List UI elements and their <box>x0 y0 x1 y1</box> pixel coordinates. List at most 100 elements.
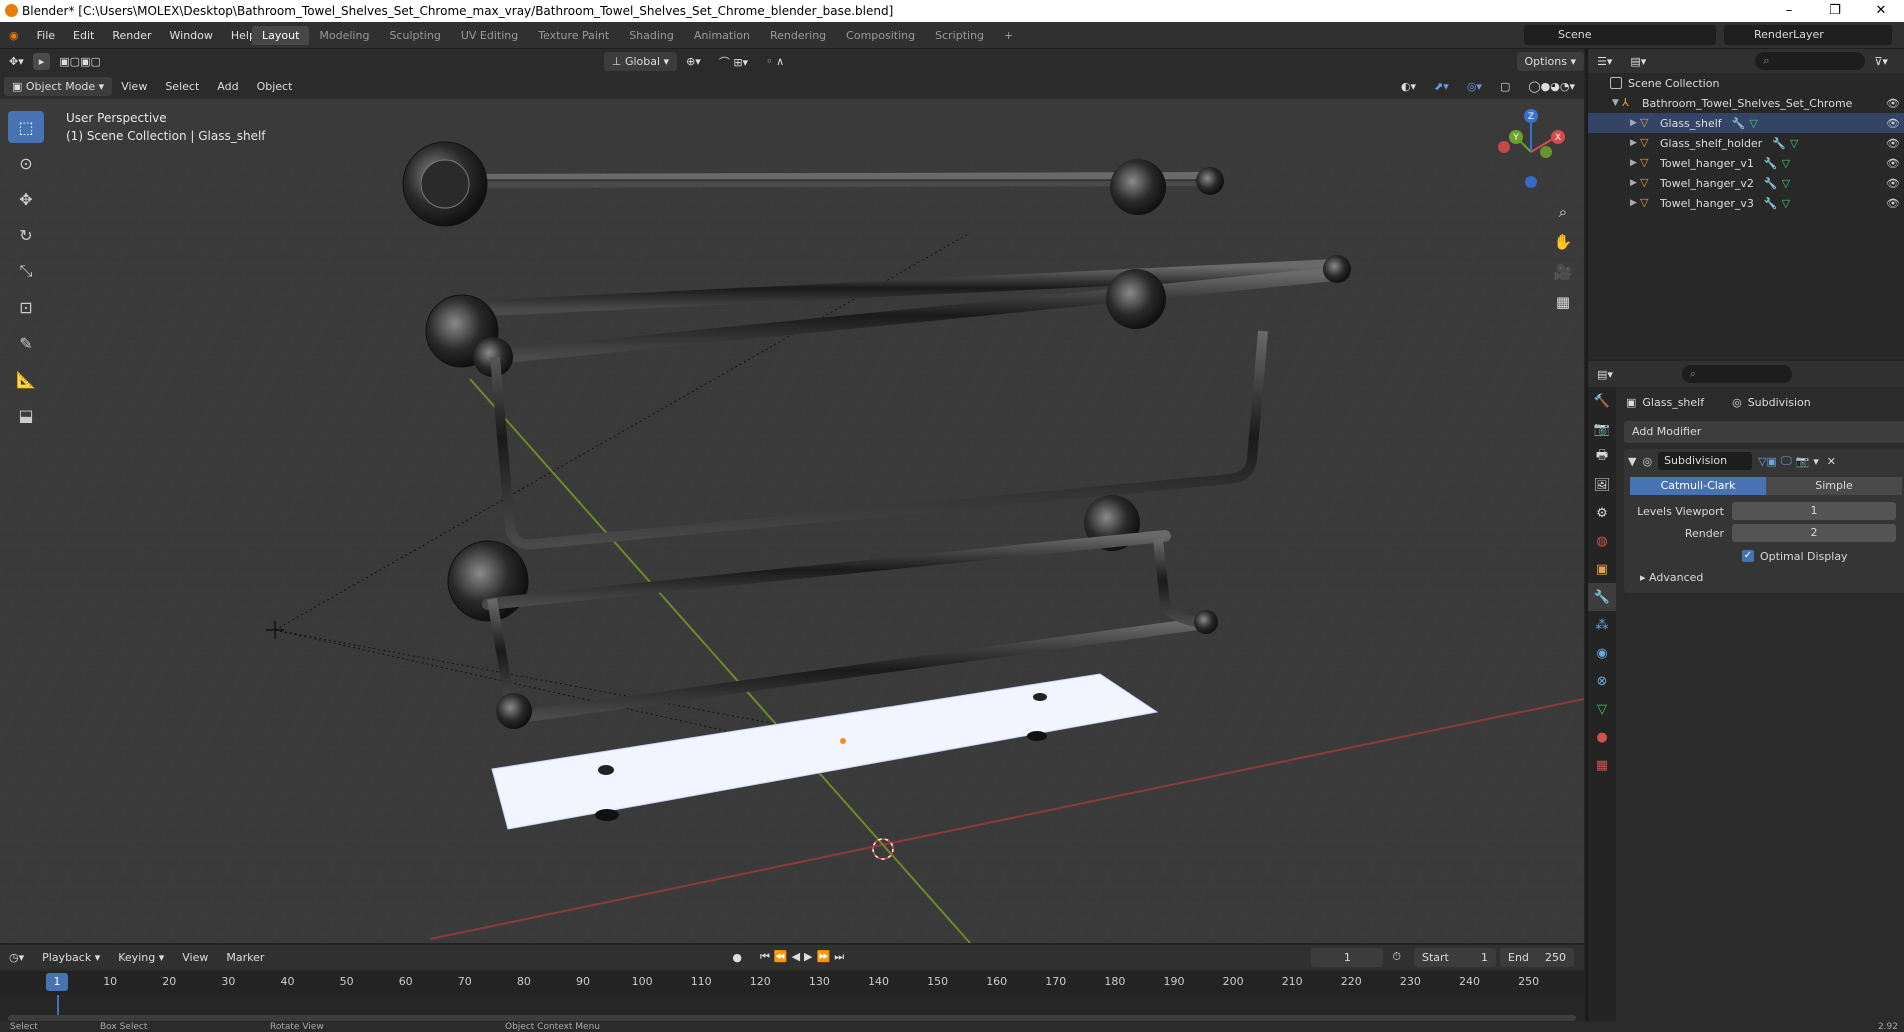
menu-view[interactable]: View <box>112 80 156 93</box>
ortho-grid-icon[interactable]: ▦ <box>1550 289 1576 315</box>
menu-window[interactable]: Window <box>161 29 222 42</box>
zoom-icon[interactable]: ⌕ <box>1550 199 1576 225</box>
menu-file[interactable]: File <box>28 29 64 42</box>
annotate-tool-icon[interactable]: ✎ <box>8 327 44 359</box>
render-tab-icon[interactable]: 📷 <box>1588 415 1616 443</box>
shading-modes-icons[interactable]: ◯●◕◔▾ <box>1519 80 1584 93</box>
restore-button[interactable]: ❐ <box>1812 0 1858 22</box>
close-button[interactable]: ✕ <box>1858 0 1904 22</box>
eye-icon[interactable]: 👁 <box>1886 177 1900 190</box>
world-tab-icon[interactable]: ◍ <box>1588 527 1616 555</box>
outliner-row-towel-hanger-v3[interactable]: ▶ ▽ Towel_hanger_v3 🔧 ▽ 👁 <box>1588 193 1904 213</box>
select-tool-icon[interactable]: ▸ <box>32 53 51 70</box>
menu-marker[interactable]: Marker <box>217 951 273 964</box>
timeline-ruler[interactable]: 1 10 20 30 40 50 60 70 80 90 100 110 120 130 140 150 16… <box>0 971 1584 995</box>
current-frame-field[interactable]: 1 <box>1311 947 1384 967</box>
tab-compositing[interactable]: Compositing <box>836 26 925 45</box>
expand-arrow-icon[interactable]: ▶ <box>1630 138 1640 148</box>
transform-orientation-dropdown[interactable]: ⊥ Global ▾ <box>603 52 678 71</box>
properties-editor-icon[interactable]: ▤▾ <box>1588 368 1622 381</box>
options-dropdown[interactable]: Options ▾ <box>1516 52 1584 71</box>
edit-mode-toggle-icon[interactable]: ▽▣ <box>1758 455 1777 468</box>
modifier-name-field[interactable] <box>1658 452 1753 470</box>
outliner-row-towel-hanger-v2[interactable]: ▶ ▽ Towel_hanger_v2 🔧 ▽ 👁 <box>1588 173 1904 193</box>
scene-tab-icon[interactable]: ⚙ <box>1588 499 1616 527</box>
render-levels-input[interactable]: 2 <box>1732 524 1896 542</box>
outliner-editor-icon[interactable]: ☰▾ <box>1588 55 1621 68</box>
xray-icon[interactable]: ▢ <box>1491 80 1519 93</box>
gizmo-toggle-icon[interactable]: ⬈▾ <box>1425 80 1458 93</box>
advanced-subpanel[interactable]: ▸ Advanced <box>1624 567 1904 589</box>
expand-arrow-icon[interactable]: ▼ <box>1612 98 1622 108</box>
expand-arrow-icon[interactable]: ▶ <box>1630 118 1640 128</box>
outliner-row-glass-shelf-holder[interactable]: ▶ ▽ Glass_shelf_holder 🔧 ▽ 👁 <box>1588 133 1904 153</box>
menu-object[interactable]: Object <box>248 80 302 93</box>
tool-tab-icon[interactable]: 🔨 <box>1588 387 1616 415</box>
render-layer-selector[interactable]: RenderLayer <box>1724 25 1892 45</box>
object-tab-icon[interactable]: ▣ <box>1588 555 1616 583</box>
outliner-row-scene-collection[interactable]: Scene Collection <box>1588 73 1904 93</box>
eye-icon[interactable]: 👁 <box>1886 117 1900 130</box>
tab-uv-editing[interactable]: UV Editing <box>451 26 528 45</box>
expand-arrow-icon[interactable]: ▶ <box>1630 198 1640 208</box>
viewport-toggle-icon[interactable]: 🖵 <box>1781 454 1792 468</box>
playback-controls-icons[interactable]: ⏮⏪◀▶⏩⏭ <box>751 950 857 964</box>
render-toggle-icon[interactable]: 📷 <box>1796 455 1810 468</box>
timeline-editor-icon[interactable]: ◷▾ <box>0 951 33 964</box>
add-cube-tool-icon[interactable]: ⬓ <box>8 399 44 431</box>
tab-layout[interactable]: Layout <box>252 26 310 45</box>
outliner-search-input[interactable]: ⌕ <box>1755 52 1866 70</box>
tab-modeling[interactable]: Modeling <box>309 26 379 45</box>
tab-shading[interactable]: Shading <box>619 26 684 45</box>
menu-playback[interactable]: Playback ▾ <box>33 951 109 964</box>
menu-select[interactable]: Select <box>156 80 208 93</box>
timeline-scrollbar[interactable] <box>8 1015 1576 1021</box>
expand-arrow-icon[interactable]: ▶ <box>1630 158 1640 168</box>
scale-tool-icon[interactable]: ⤡ <box>8 255 44 287</box>
blender-menu-icon[interactable]: ◉ <box>0 29 28 42</box>
transform-tool-icon[interactable]: ⊡ <box>8 291 44 323</box>
catmull-clark-option[interactable]: Catmull-Clark <box>1630 477 1766 495</box>
menu-timeline-view[interactable]: View <box>173 951 217 964</box>
pivot-icon[interactable]: ⊕▾ <box>677 55 710 68</box>
pan-hand-icon[interactable]: ✋ <box>1550 229 1576 255</box>
tab-rendering[interactable]: Rendering <box>760 26 836 45</box>
3d-viewport[interactable]: ⬚ ⊙ ✥ ↻ ⤡ ⊡ ✎ 📐 ⬓ User Perspective (1) S… <box>0 99 1584 943</box>
tab-scripting[interactable]: Scripting <box>925 26 994 45</box>
outliner-row-collection[interactable]: ▼ ⅄ Bathroom_Towel_Shelves_Set_Chrome 👁 <box>1588 93 1904 113</box>
view-layer-tab-icon[interactable]: 🖼 <box>1588 471 1616 499</box>
material-tab-icon[interactable]: ● <box>1588 723 1616 751</box>
output-tab-icon[interactable]: 🖶 <box>1588 443 1616 471</box>
simple-option[interactable]: Simple <box>1766 477 1902 495</box>
properties-search-input[interactable]: ⌕ <box>1681 365 1792 383</box>
menu-keying[interactable]: Keying ▾ <box>109 951 173 964</box>
scene-selector[interactable]: Scene <box>1524 25 1716 45</box>
camera-view-icon[interactable]: 🎥 <box>1550 259 1576 285</box>
snap-icon[interactable]: ⌒ ⊞▾ <box>710 54 757 70</box>
proportional-edit-icon[interactable]: ◦ ∧ <box>757 55 793 68</box>
display-mode-icon[interactable]: ▤▾ <box>1621 55 1655 68</box>
playhead-marker[interactable]: 1 <box>46 973 68 991</box>
navigation-gizmo[interactable]: Z Y X <box>1486 107 1576 197</box>
add-workspace-icon[interactable]: + <box>994 26 1023 45</box>
move-tool-icon[interactable]: ✥ <box>8 183 44 215</box>
levels-viewport-input[interactable]: 1 <box>1732 502 1896 520</box>
overlay-toggle-icon[interactable]: ◎▾ <box>1458 80 1491 93</box>
optimal-display-checkbox[interactable]: ✓ Optimal Display <box>1624 545 1904 567</box>
outliner-row-glass-shelf[interactable]: ▶ ▽ Glass_shelf 🔧 ▽ 👁 <box>1588 113 1904 133</box>
filter-icon[interactable]: ⊽▾ <box>1865 55 1897 68</box>
select-box-tool-icon[interactable]: ⬚ <box>8 111 44 143</box>
expand-arrow-icon[interactable]: ▶ <box>1630 178 1640 188</box>
remove-modifier-icon[interactable]: ✕ <box>1827 455 1836 468</box>
end-frame-field[interactable]: End 250 <box>1500 947 1574 967</box>
editor-type-icon[interactable]: ✥▾ <box>0 55 33 68</box>
menu-render[interactable]: Render <box>103 29 160 42</box>
menu-add[interactable]: Add <box>208 80 247 93</box>
dropdown-icon[interactable]: ▾ <box>1813 455 1819 468</box>
eye-icon[interactable]: 👁 <box>1886 197 1900 210</box>
add-modifier-button[interactable]: Add Modifier <box>1624 421 1904 443</box>
collapse-arrow-icon[interactable]: ▼ <box>1628 455 1636 468</box>
constraints-tab-icon[interactable]: ⊗ <box>1588 667 1616 695</box>
eye-icon[interactable]: 👁 <box>1886 97 1900 110</box>
start-frame-field[interactable]: Start 1 <box>1414 947 1496 967</box>
